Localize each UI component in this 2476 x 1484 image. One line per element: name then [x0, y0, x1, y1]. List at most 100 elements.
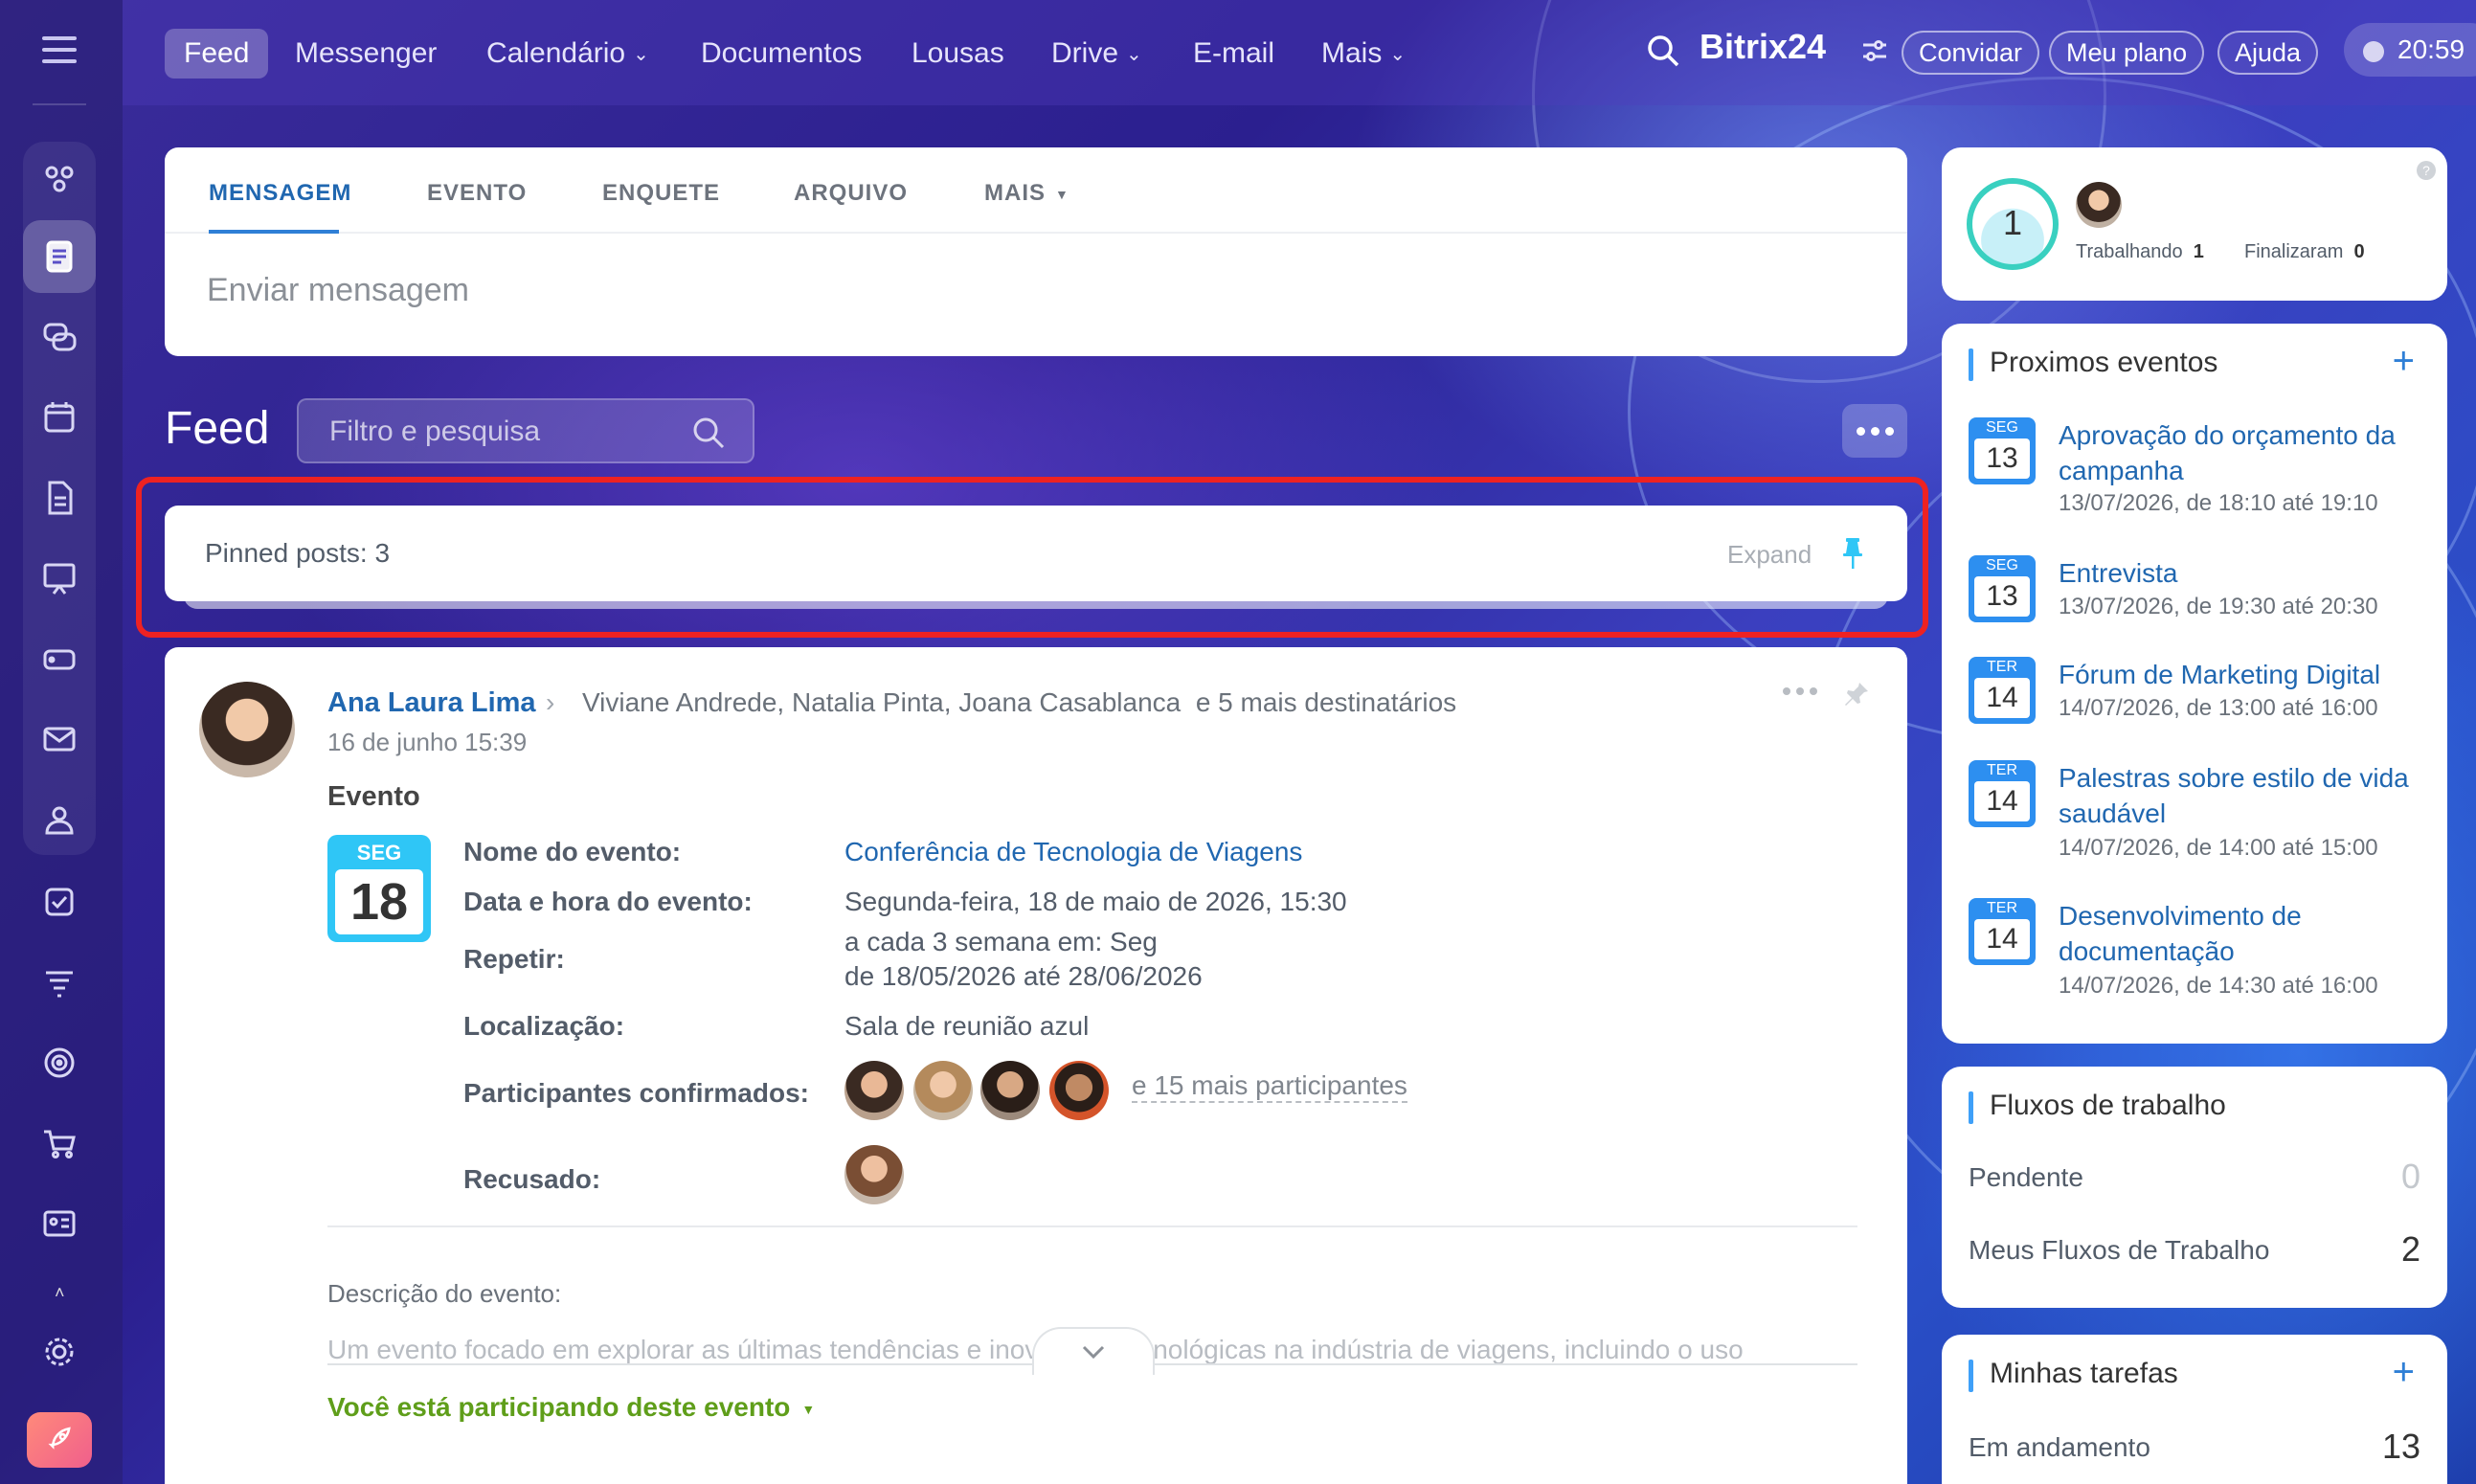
participant-avatar[interactable] [980, 1061, 1040, 1120]
workflows-widget: Fluxos de trabalho Pendente 0 Meus Fluxo… [1942, 1067, 2447, 1308]
upcoming-events-widget: Proximos eventos + SEG 13 Aprovação do o… [1942, 324, 2447, 1044]
nav-email[interactable]: E-mail [1174, 29, 1294, 79]
participant-avatar[interactable] [844, 1061, 904, 1120]
tab-message[interactable]: MENSAGEM [209, 180, 351, 207]
settings-sliders-icon[interactable] [1860, 36, 1889, 70]
declined-avatar[interactable] [844, 1145, 904, 1204]
work-status-widget: 1 Trabalhando 1 Finalizaram 0 ? [1942, 147, 2447, 301]
composer-tabs: MENSAGEM EVENTO ENQUETE ARQUIVO MAIS ▼ [165, 147, 1907, 234]
event-day: 14 [1974, 781, 2030, 821]
in-progress-count[interactable]: 13 [2382, 1427, 2420, 1467]
tab-file[interactable]: ARQUIVO [794, 180, 908, 207]
event-weekday: TER [1987, 762, 2017, 778]
tab-poll[interactable]: ENQUETE [602, 180, 720, 207]
nav-drive[interactable]: Drive ⌄ [1032, 29, 1161, 79]
event-link[interactable]: Aprovação do orçamento da campanha [2059, 417, 2432, 488]
nav-messenger[interactable]: Messenger [276, 29, 456, 79]
menu-icon[interactable] [42, 36, 77, 63]
user-avatar[interactable] [2076, 182, 2122, 228]
pending-count[interactable]: 0 [2401, 1157, 2420, 1197]
event-repeat-line2: de 18/05/2026 até 28/06/2026 [844, 961, 1203, 991]
pin-post-icon[interactable] [1842, 680, 1871, 713]
chat-icon[interactable] [23, 301, 96, 373]
nav-calendar[interactable]: Calendário ⌄ [467, 29, 668, 79]
my-plan-button[interactable]: Meu plano [2049, 31, 2205, 75]
sidebar-divider [33, 103, 86, 105]
clock-icon [2363, 40, 2384, 62]
tab-event[interactable]: EVENTO [427, 180, 527, 207]
expand-description-button[interactable] [1032, 1327, 1155, 1375]
add-event-button[interactable]: + [2393, 342, 2415, 380]
event-name-link[interactable]: Conferência de Tecnologia de Viagens [844, 837, 1302, 867]
invite-button[interactable]: Convidar [1902, 31, 2040, 75]
nav-feed[interactable]: Feed [165, 29, 269, 79]
event-link[interactable]: Fórum de Marketing Digital [2059, 657, 2432, 692]
feed-search-input[interactable]: Filtro e pesquisa [297, 398, 754, 463]
event-weekday: SEG [356, 841, 402, 865]
event-weekday: TER [1987, 900, 2017, 916]
collab-icon[interactable] [23, 142, 96, 214]
target-icon[interactable] [23, 1026, 96, 1099]
feed-icon[interactable] [23, 220, 96, 293]
rocket-icon[interactable] [27, 1412, 92, 1468]
caret-down-icon: ▼ [1055, 186, 1069, 202]
post-author[interactable]: Ana Laura Lima [327, 687, 536, 719]
search-icon[interactable] [691, 416, 726, 455]
feed-more-button[interactable] [1842, 404, 1907, 458]
filter-icon[interactable] [23, 946, 96, 1019]
event-location-value: Sala de reunião azul [844, 1011, 1090, 1041]
cart-icon[interactable] [23, 1107, 96, 1180]
chevron-down-icon: ⌄ [1126, 44, 1142, 66]
event-time: 13/07/2026, de 18:10 até 19:10 [2059, 490, 2378, 516]
post-menu-button[interactable] [1783, 687, 1817, 695]
event-link[interactable]: Desenvolvimento de documentação [2059, 898, 2432, 969]
finished-label: Finalizaram 0 [2244, 241, 2365, 262]
more-dots-icon[interactable]: ˄ [55, 1283, 65, 1303]
confirmed-participants-label: Participantes confirmados: [463, 1078, 809, 1108]
search-icon[interactable] [1645, 33, 1681, 74]
mail-icon[interactable] [23, 703, 96, 776]
clock-button[interactable]: 20:59 [2344, 23, 2476, 77]
feed-post: Ana Laura Lima › Viviane Andrede, Natali… [165, 647, 1907, 1484]
search-placeholder: Filtro e pesquisa [329, 416, 541, 447]
message-input[interactable]: Enviar mensagem [207, 272, 469, 309]
users-icon[interactable] [23, 783, 96, 856]
participant-avatar[interactable] [913, 1061, 973, 1120]
drive-icon[interactable] [23, 622, 96, 695]
board-icon[interactable] [23, 542, 96, 615]
nav-boards[interactable]: Lousas [892, 29, 1024, 79]
settings-icon[interactable] [23, 1315, 96, 1388]
left-sidebar: ˄ [0, 0, 123, 1484]
working-counter[interactable]: 1 [1967, 178, 2059, 270]
title-accent [1969, 1091, 1973, 1124]
card-icon[interactable] [23, 1187, 96, 1260]
event-link[interactable]: Palestras sobre estilo de vida saudável [2059, 760, 2432, 831]
tab-more[interactable]: MAIS ▼ [984, 180, 1069, 207]
post-recipients[interactable]: Viviane Andrede, Natalia Pinta, Joana Ca… [582, 687, 1456, 718]
event-calendar-badge: TER 14 [1969, 898, 2036, 965]
nav-more[interactable]: Mais ⌄ [1302, 29, 1425, 79]
event-weekday: SEG [1986, 419, 2018, 436]
event-link[interactable]: Entrevista [2059, 555, 2432, 591]
tasks-icon[interactable] [23, 866, 96, 938]
participation-status-button[interactable]: Você está participando deste evento ▼ [327, 1392, 815, 1423]
my-workflows-label[interactable]: Meus Fluxos de Trabalho [1969, 1235, 2269, 1266]
document-icon[interactable] [23, 461, 96, 534]
post-date[interactable]: 16 de junho 15:39 [327, 728, 527, 757]
event-repeat-line1: a cada 3 semana em: Seg [844, 927, 1158, 956]
nav-documents[interactable]: Documentos [682, 29, 881, 79]
title-accent [1969, 349, 1973, 381]
pending-label[interactable]: Pendente [1969, 1162, 2083, 1193]
help-button[interactable]: Ajuda [2217, 31, 2319, 75]
more-participants-link[interactable]: e 15 mais participantes [1132, 1070, 1407, 1103]
highlight-box [136, 477, 1928, 638]
my-workflows-count[interactable]: 2 [2401, 1229, 2420, 1270]
brand-logo[interactable]: Bitrix24 [1699, 27, 1826, 67]
help-icon[interactable]: ? [2417, 161, 2436, 180]
calendar-icon[interactable] [23, 381, 96, 454]
event-day: 14 [1974, 919, 2030, 959]
add-task-button[interactable]: + [2393, 1353, 2415, 1391]
in-progress-label[interactable]: Em andamento [1969, 1432, 2150, 1463]
author-avatar[interactable] [199, 682, 295, 777]
participant-avatar[interactable] [1049, 1061, 1109, 1120]
